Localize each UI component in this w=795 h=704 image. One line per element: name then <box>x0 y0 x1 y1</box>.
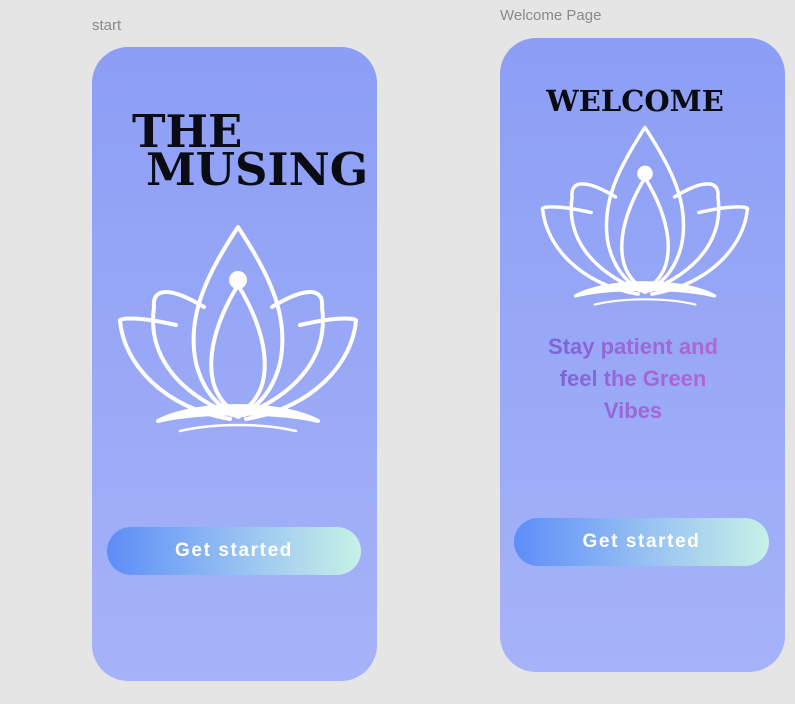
frame-label-welcome: Welcome Page <box>500 7 602 24</box>
lotus-meditation-icon <box>540 125 750 306</box>
frame-label-start: start <box>92 17 122 34</box>
lotus-meditation-icon <box>118 225 358 433</box>
welcome-title: WELCOME <box>546 84 724 118</box>
get-started-button[interactable]: Get started <box>107 527 361 575</box>
welcome-tagline: Stay patient and feel the Green Vibes <box>528 331 738 427</box>
app-title-line-2: MUSING <box>146 143 369 196</box>
app-title: THE MUSING <box>132 109 369 196</box>
start-screen: THE MUSING Get started <box>92 47 377 681</box>
welcome-screen: WELCOME Stay patient and feel the Green … <box>500 38 785 672</box>
get-started-button[interactable]: Get started <box>514 518 769 566</box>
